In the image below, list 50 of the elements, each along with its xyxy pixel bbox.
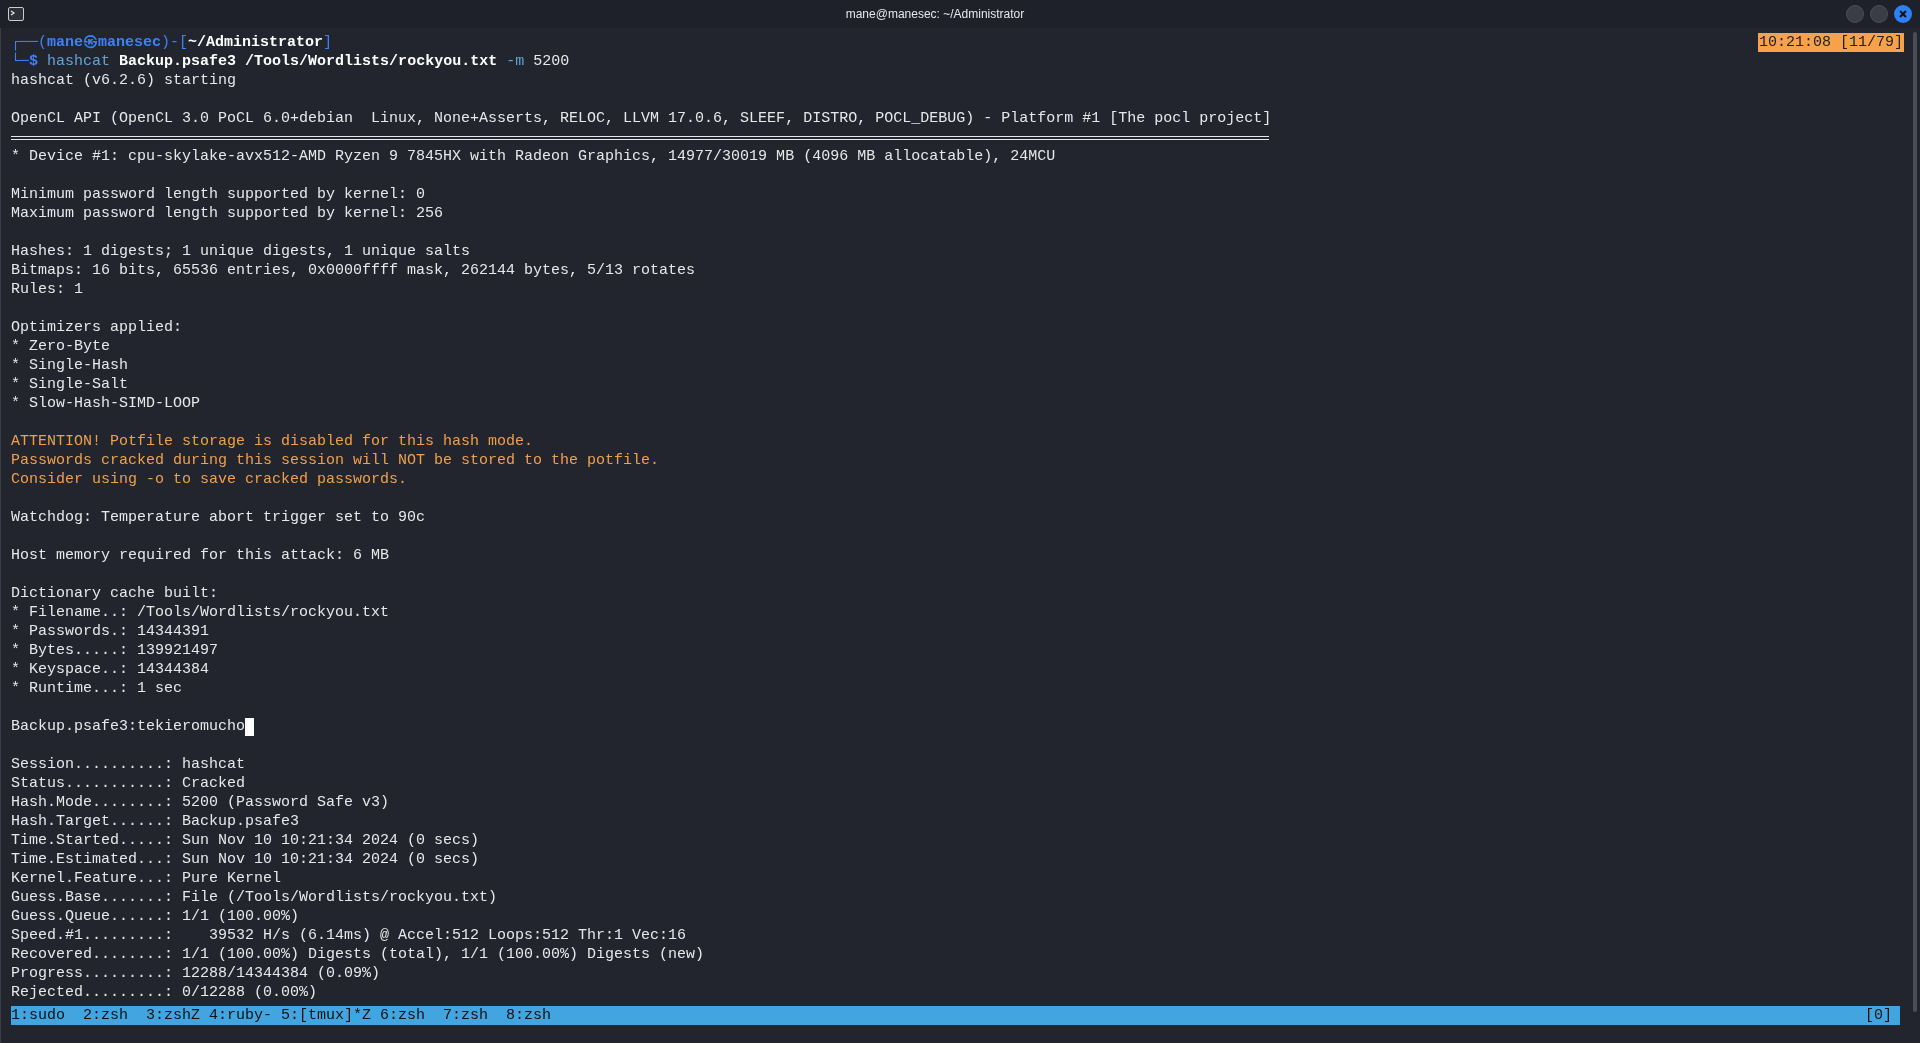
output-line: * Single-Salt bbox=[11, 375, 129, 394]
warning-line: ATTENTION! Potfile storage is disabled for this hash mode. bbox=[11, 432, 534, 451]
output-line: Kernel.Feature...: Pure Kernel bbox=[11, 869, 282, 888]
output-line: Backup.psafe3:tekieromucho bbox=[11, 717, 246, 736]
output-line: Hashes: 1 digests; 1 unique digests, 1 unique salts bbox=[11, 242, 471, 261]
output-line: OpenCL API (OpenCL 3.0 PoCL 6.0+debian Linux, None+Asserts, RELOC, LLVM 17.0.6, SLEEF, DISTRO, POCL_DEBUG) - Platform #1 [The pocl project] bbox=[11, 109, 1272, 128]
output-line: Session..........: hashcat bbox=[11, 755, 246, 774]
scrollbar[interactable] bbox=[1913, 32, 1917, 1012]
terminal-icon bbox=[8, 7, 24, 21]
warning-line: Passwords cracked during this session will NOT be stored to the potfile. bbox=[11, 451, 660, 470]
output-line: * Runtime...: 1 sec bbox=[11, 679, 183, 698]
output-line: Time.Estimated...: Sun Nov 10 10:21:34 2024 (0 secs) bbox=[11, 850, 480, 869]
output-line: Rejected.........: 0/12288 (0.00%) bbox=[11, 983, 318, 1002]
output-line: * Slow-Hash-SIMD-LOOP bbox=[11, 394, 201, 413]
output-line: Watchdog: Temperature abort trigger set to 90c bbox=[11, 508, 426, 527]
tmux-window-list: 1:sudo 2:zsh 3:zshZ 4:ruby- 5:[tmux]*Z 6:zsh 7:zsh 8:zsh bbox=[11, 1006, 552, 1025]
output-line: Host memory required for this attack: 6 MB bbox=[11, 546, 390, 565]
output-line: Guess.Base.......: File (/Tools/Wordlists/rockyou.txt) bbox=[11, 888, 498, 907]
output-line: * Filename..: /Tools/Wordlists/rockyou.txt bbox=[11, 603, 390, 622]
output-line: Maximum password length supported by kernel: 256 bbox=[11, 204, 444, 223]
tmux-pane-index: [0] bbox=[1865, 1006, 1892, 1025]
output-line: Minimum password length supported by kernel: 0 bbox=[11, 185, 426, 204]
command-line: └─$ hashcat Backup.psafe3 /Tools/Wordlists/rockyou.txt -m 5200 bbox=[11, 52, 570, 71]
minimize-button[interactable] bbox=[1846, 5, 1864, 23]
window-title: mane@manesec: ~/Administrator bbox=[845, 6, 1025, 23]
output-line: Optimizers applied: bbox=[11, 318, 183, 337]
output-line: Rules: 1 bbox=[11, 280, 83, 299]
output-line: * Single-Hash bbox=[11, 356, 129, 375]
warning-line: Consider using -o to save cracked passwords. bbox=[11, 470, 408, 489]
output-line: Recovered........: 1/1 (100.00%) Digests (total), 1/1 (100.00%) Digests (new) bbox=[11, 945, 705, 964]
output-line: Hash.Mode........: 5200 (Password Safe v3) bbox=[11, 793, 390, 812]
clock-badge: 10:21:08 [11/79] bbox=[1757, 33, 1904, 52]
output-line: Progress.........: 12288/14344384 (0.09%) bbox=[11, 964, 381, 983]
output-line: Speed.#1.........: 39532 H/s (6.14ms) @ Accel:512 Loops:512 Thr:1 Vec:16 bbox=[11, 926, 687, 945]
output-line: * Keyspace..: 14344384 bbox=[11, 660, 210, 679]
close-button[interactable] bbox=[1894, 5, 1912, 23]
prompt-line: ┌──(mane㉿manesec)-[~/Administrator] bbox=[11, 33, 333, 52]
output-line: Dictionary cache built: bbox=[11, 584, 219, 603]
output-line: Time.Started.....: Sun Nov 10 10:21:34 2024 (0 secs) bbox=[11, 831, 480, 850]
output-line: * Zero-Byte bbox=[11, 337, 111, 356]
output-line: hashcat (v6.2.6) starting bbox=[11, 71, 237, 90]
output-line: Bitmaps: 16 bits, 65536 entries, 0x0000ffff mask, 262144 bytes, 5/13 rotates bbox=[11, 261, 696, 280]
maximize-button[interactable] bbox=[1870, 5, 1888, 23]
output-line: Status...........: Cracked bbox=[11, 774, 246, 793]
output-line: Hash.Target......: Backup.psafe3 bbox=[11, 812, 300, 831]
output-line: * Passwords.: 14344391 bbox=[11, 622, 210, 641]
close-icon bbox=[1898, 9, 1908, 19]
output-line: * Device #1: cpu-skylake-avx512-AMD Ryzen 9 7845HX with Radeon Graphics, 14977/30019 MB (4096 MB allocatable), 24MCU bbox=[11, 147, 1056, 166]
output-line: Guess.Queue......: 1/1 (100.00%) bbox=[11, 907, 300, 926]
output-line: * Bytes.....: 139921497 bbox=[11, 641, 219, 660]
